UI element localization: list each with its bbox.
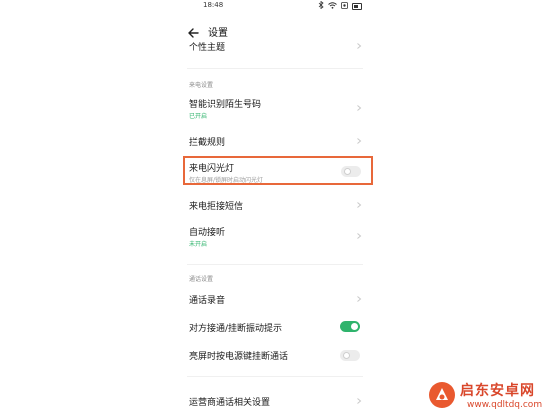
flash-toggle[interactable] <box>341 166 361 177</box>
status-icons <box>318 0 362 11</box>
settings-row-carrier[interactable]: 运营商通话相关设置 <box>187 392 365 412</box>
alarm-icon <box>341 1 348 11</box>
page-title: 设置 <box>208 28 228 39</box>
chevron-right-icon <box>356 43 362 49</box>
section-label-incoming: 来电设置 <box>189 82 214 89</box>
row-label: 亮屏时按电源键挂断通话 <box>189 352 289 362</box>
watermark-logo-icon <box>427 380 457 410</box>
divider <box>187 68 363 69</box>
settings-row-block-rules[interactable]: 拦截规则 <box>187 132 365 152</box>
battery-icon <box>352 2 362 10</box>
settings-row-power-hangup[interactable]: 亮屏时按电源键挂断通话 <box>187 346 365 366</box>
settings-row-recording[interactable]: 通话录音 <box>187 290 365 310</box>
toggle-knob <box>351 323 358 330</box>
back-arrow-icon[interactable] <box>187 24 199 38</box>
bluetooth-icon <box>318 0 324 11</box>
status-time: 18:48 <box>203 1 224 9</box>
chevron-right-icon <box>356 138 362 144</box>
chevron-right-icon <box>356 202 362 208</box>
settings-row-smart-id[interactable]: 智能识别陌生号码 已开启 <box>187 96 365 124</box>
settings-row-reject-sms[interactable]: 来电拒接短信 <box>187 196 365 216</box>
row-label: 来电闪光灯 <box>189 164 235 174</box>
watermark: 启东安卓网 www.qdltdq.com <box>427 378 554 416</box>
row-label: 对方接通/挂断振动提示 <box>189 324 283 334</box>
toggle-knob <box>343 352 350 359</box>
vibrate-toggle[interactable] <box>340 321 360 332</box>
toggle-knob <box>344 168 351 175</box>
power-hangup-toggle[interactable] <box>340 350 360 361</box>
settings-row-theme[interactable]: 个性主题 <box>187 38 365 54</box>
settings-screen: 18:48 设置 个性主题 来电设置 智能识别陌生号码 已开启 拦截规则 来电闪… <box>0 0 554 416</box>
chevron-right-icon <box>356 233 362 239</box>
divider <box>187 376 363 377</box>
settings-row-auto-answer[interactable]: 自动接听 未开启 <box>187 224 365 252</box>
row-label: 拦截规则 <box>189 138 226 148</box>
row-label: 运营商通话相关设置 <box>189 398 271 408</box>
row-label: 通话录音 <box>189 296 226 306</box>
settings-row-flash[interactable]: 来电闪光灯 仅在息屏/锁屏时启动闪光灯 <box>187 160 365 184</box>
row-label: 智能识别陌生号码 <box>189 100 262 110</box>
row-label: 自动接听 <box>189 228 226 238</box>
watermark-url: www.qdltdq.com <box>467 400 543 410</box>
row-label: 个性主题 <box>189 43 226 53</box>
settings-row-vibrate[interactable]: 对方接通/挂断振动提示 <box>187 318 365 338</box>
divider <box>187 264 363 265</box>
row-sub: 仅在息屏/锁屏时启动闪光灯 <box>189 177 264 184</box>
wifi-icon <box>328 1 337 11</box>
row-status: 未开启 <box>189 241 208 248</box>
chevron-right-icon <box>356 296 362 302</box>
row-label: 来电拒接短信 <box>189 202 244 212</box>
row-status: 已开启 <box>189 113 208 120</box>
watermark-brand: 启东安卓网 <box>460 383 535 399</box>
chevron-right-icon <box>356 398 362 404</box>
section-label-call: 通话设置 <box>189 276 214 283</box>
chevron-right-icon <box>356 105 362 111</box>
